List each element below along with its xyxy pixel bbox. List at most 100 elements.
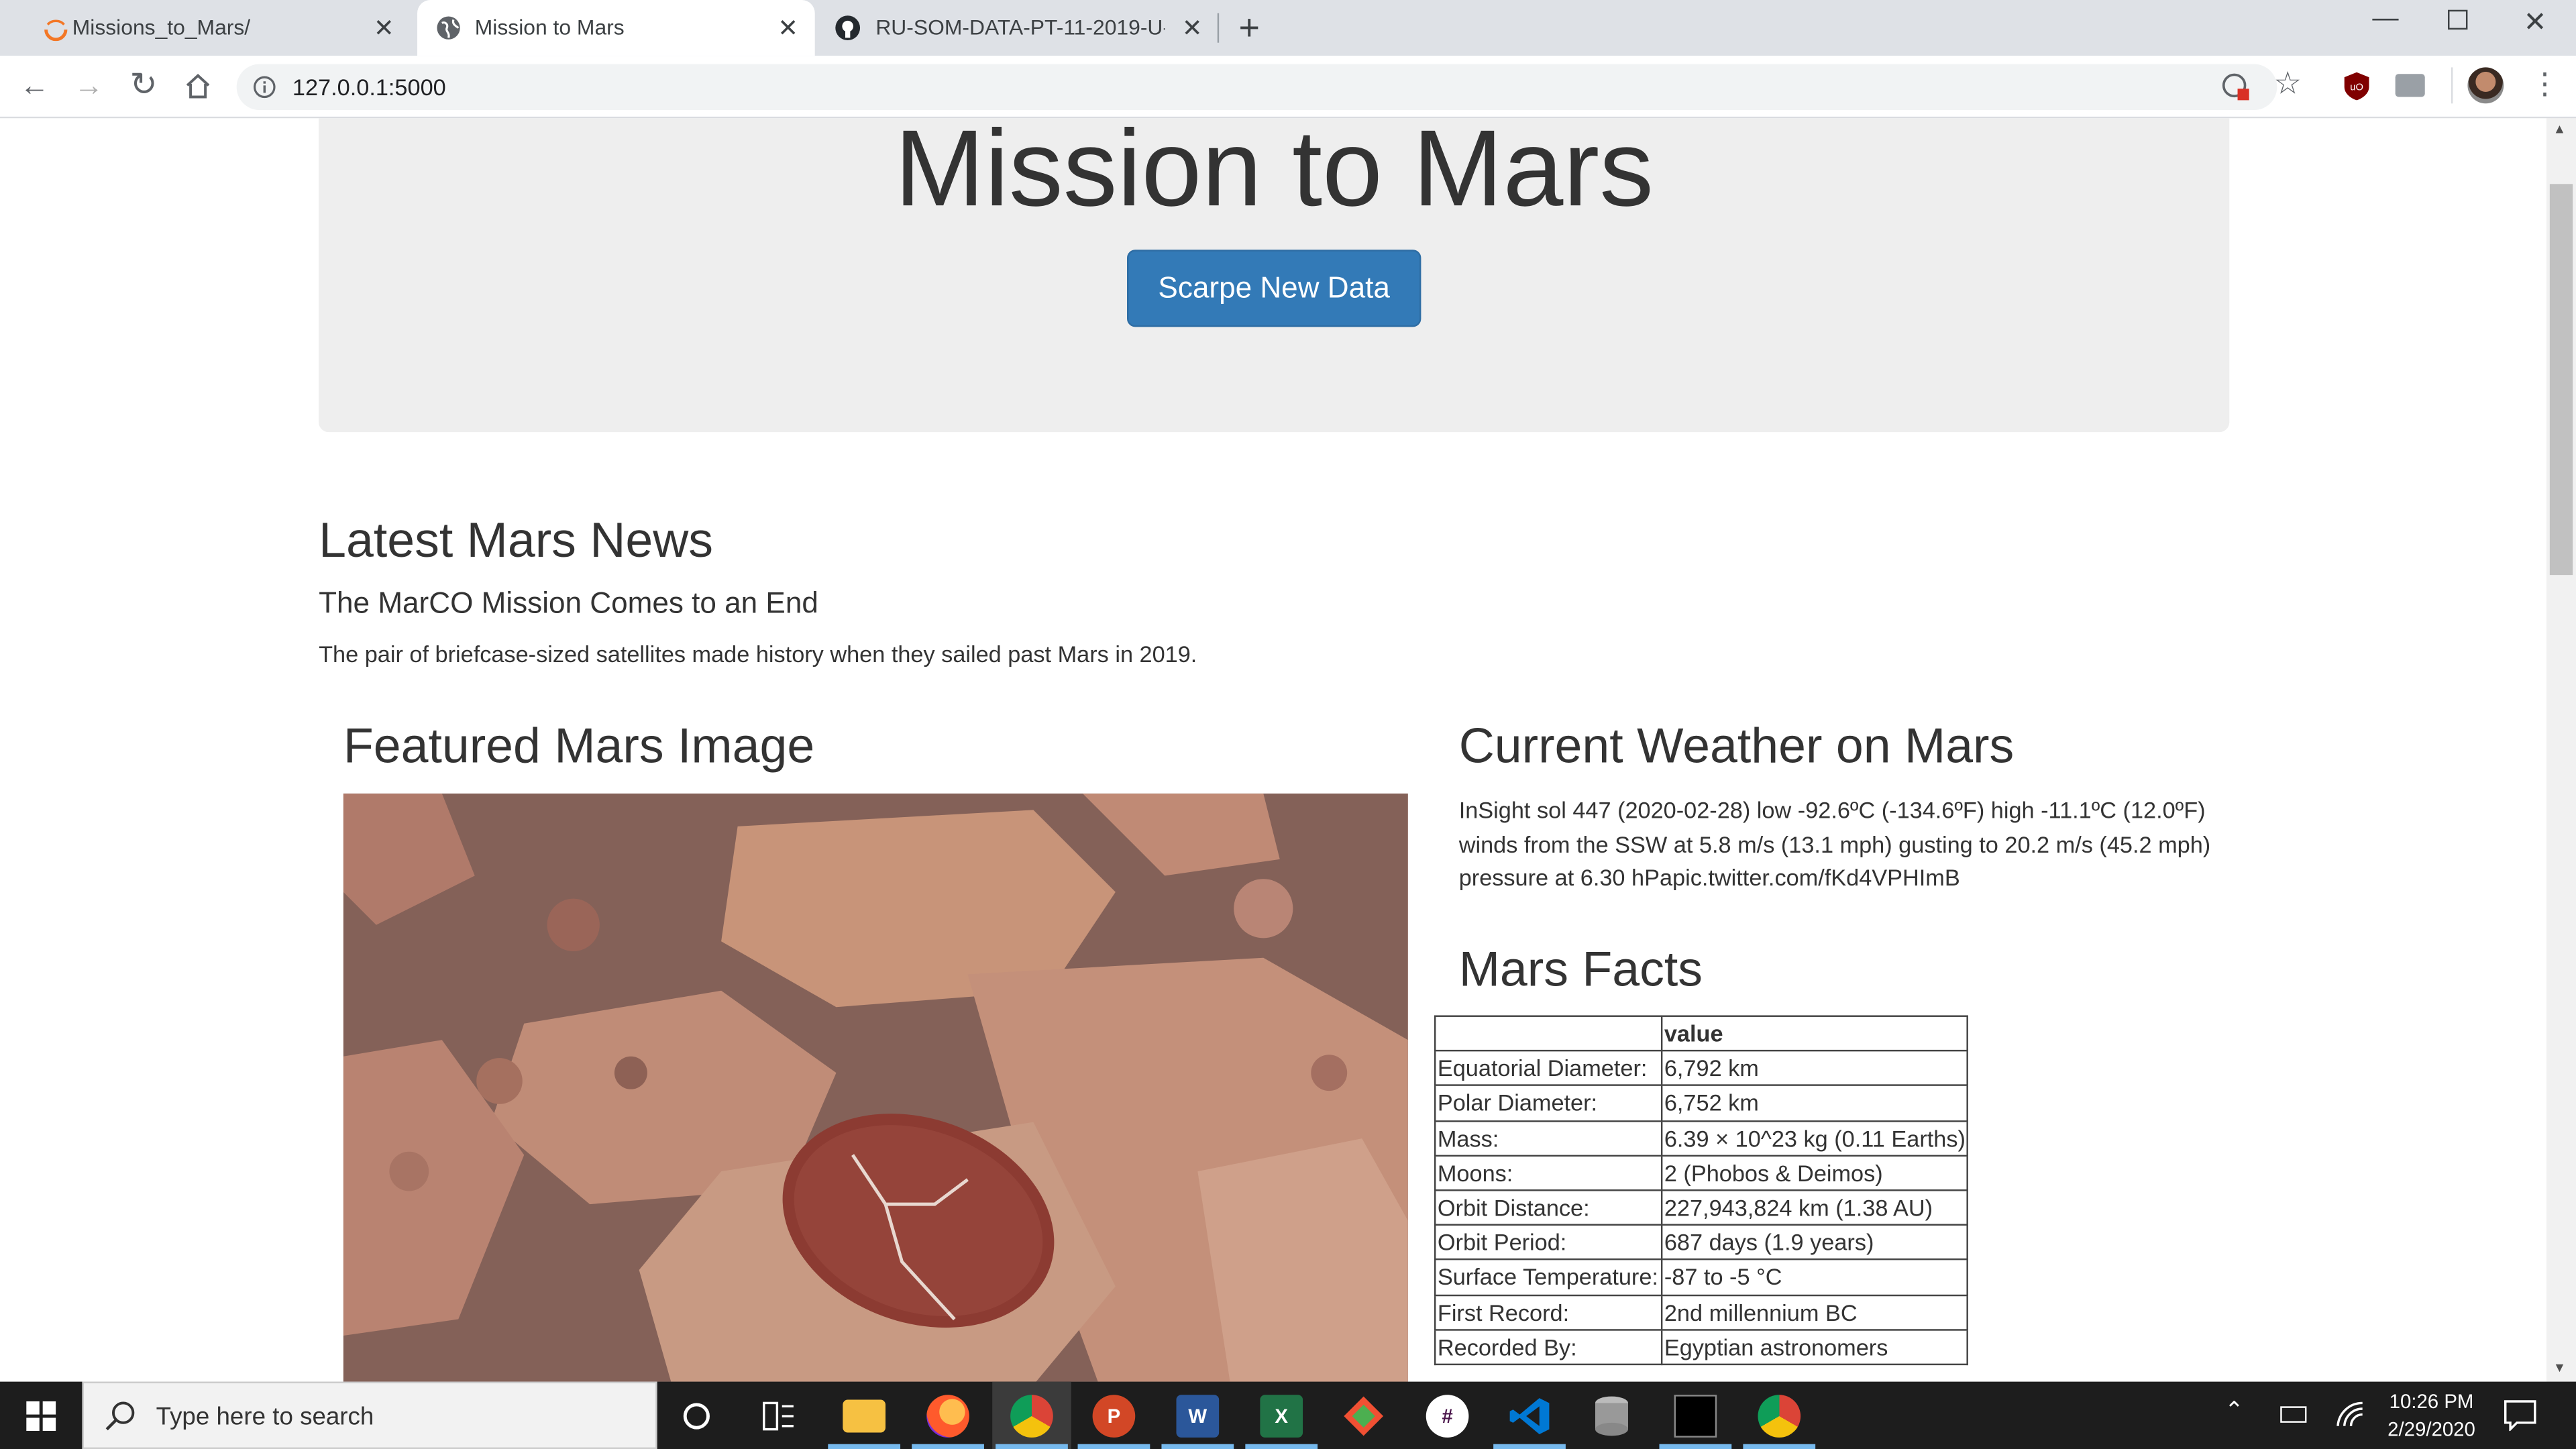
fact-value: -87 to -5 °C	[1660, 1258, 1969, 1296]
windows-taskbar: Type here to search P W X # ⌃ 10:26 PM 2…	[0, 1381, 2576, 1449]
table-row: Recorded By: Egyptian astronomers	[1434, 1328, 1969, 1365]
restore-button[interactable]	[2448, 9, 2468, 30]
battery-icon[interactable]	[2280, 1406, 2307, 1423]
file-explorer-icon[interactable]	[843, 1399, 886, 1433]
bookmark-star-icon[interactable]: ☆	[2273, 68, 2302, 102]
weather-heading: Current Weather on Mars	[1458, 719, 2015, 774]
tab-mission-to-mars[interactable]: Mission to Mars ✕	[417, 0, 815, 56]
chrome-icon[interactable]	[1010, 1395, 1053, 1438]
active-indicator	[1245, 1444, 1318, 1449]
table-header-cell	[1434, 1015, 1663, 1052]
back-icon[interactable]: ←	[19, 69, 49, 102]
tab-title: Missions_to_Mars/	[72, 15, 251, 40]
system-clock[interactable]: 10:26 PM 2/29/2020	[2366, 1388, 2498, 1444]
scroll-down-arrow-icon[interactable]: ▼	[2553, 1360, 2566, 1375]
jumbotron: Mission to Mars Scarpe New Data	[319, 118, 2230, 433]
fact-label: Surface Temperature:	[1434, 1258, 1663, 1296]
powerpoint-icon[interactable]: P	[1092, 1395, 1136, 1438]
task-view-icon[interactable]	[762, 1401, 795, 1431]
tab-title: Mission to Mars	[474, 15, 625, 40]
table-row: Orbit Period: 687 days (1.9 years)	[1434, 1224, 1969, 1261]
address-bar[interactable]: 127.0.0.1:5000	[236, 64, 2277, 111]
close-tab-icon[interactable]: ✕	[1182, 13, 1203, 43]
globe-icon	[437, 16, 460, 40]
taskbar-search-box[interactable]: Type here to search	[82, 1381, 657, 1449]
new-tab-button[interactable]: +	[1239, 7, 1260, 50]
table-row: Equatorial Diameter: 6,792 km	[1434, 1050, 1969, 1087]
profile-avatar[interactable]	[2467, 67, 2504, 104]
news-title: The MarCO Mission Comes to an End	[319, 586, 818, 620]
windows-start-icon[interactable]	[26, 1401, 56, 1432]
search-placeholder: Type here to search	[156, 1403, 374, 1432]
fact-label: First Record:	[1434, 1293, 1663, 1330]
info-icon[interactable]	[253, 76, 276, 99]
home-icon[interactable]	[184, 72, 212, 101]
fact-value: 687 days (1.9 years)	[1660, 1224, 1969, 1261]
more-menu-icon[interactable]: ⋮	[2530, 67, 2559, 100]
active-indicator	[1743, 1444, 1816, 1449]
weather-text: InSight sol 447 (2020-02-28) low -92.6ºC…	[1458, 796, 2211, 891]
chrome-alt-icon[interactable]	[1758, 1395, 1801, 1438]
css-extension-icon[interactable]	[2395, 74, 2425, 97]
featured-image-heading: Featured Mars Image	[343, 719, 815, 774]
wifi-icon[interactable]	[2336, 1401, 2365, 1428]
github-icon	[835, 15, 861, 41]
reload-icon[interactable]: ↻	[129, 69, 157, 102]
tab-strip: Missions_to_Mars/ ✕ Mission to Mars ✕ RU…	[0, 0, 2576, 56]
search-icon	[105, 1401, 135, 1431]
fact-value: 2nd millennium BC	[1660, 1293, 1969, 1330]
notification-center-icon[interactable]	[2504, 1400, 2536, 1432]
translate-blocked-icon[interactable]	[2221, 72, 2251, 102]
fact-value: 6,792 km	[1660, 1050, 1969, 1087]
active-indicator	[1493, 1444, 1566, 1449]
active-indicator	[912, 1444, 984, 1449]
fact-label: Mass:	[1434, 1120, 1663, 1157]
database-icon[interactable]	[1592, 1395, 1631, 1438]
fact-value: 227,943,824 km (1.38 AU)	[1660, 1189, 1969, 1226]
minimize-button[interactable]: —	[2372, 5, 2398, 34]
terminal-icon[interactable]	[1674, 1395, 1717, 1438]
cortana-icon[interactable]	[680, 1400, 713, 1433]
fact-label: Polar Diameter:	[1434, 1085, 1663, 1122]
vscode-icon[interactable]	[1508, 1395, 1551, 1438]
table-row: Orbit Distance: 227,943,824 km (1.38 AU)	[1434, 1189, 1969, 1226]
page-title: Mission to Mars	[894, 118, 1654, 229]
system-tray-chevron-icon[interactable]: ⌃	[2224, 1397, 2244, 1425]
tab-title: RU-SOM-DATA-PT-11-2019-U-C/	[875, 15, 1165, 40]
news-paragraph: The pair of briefcase-sized satellites m…	[319, 641, 1197, 667]
news-heading: Latest Mars News	[319, 514, 714, 569]
excel-icon[interactable]: X	[1260, 1395, 1303, 1438]
tab-missions-to-mars[interactable]: Missions_to_Mars/ ✕	[13, 0, 415, 56]
fact-label: Orbit Period:	[1434, 1224, 1663, 1261]
word-icon[interactable]: W	[1176, 1395, 1220, 1438]
fact-label: Moons:	[1434, 1155, 1663, 1191]
active-indicator	[1161, 1444, 1234, 1449]
close-window-button[interactable]: ✕	[2524, 7, 2547, 40]
active-indicator	[1659, 1444, 1732, 1449]
mars-facts-table: value Equatorial Diameter: 6,792 km Polar…	[1434, 1015, 1969, 1365]
firefox-icon[interactable]	[926, 1395, 969, 1438]
slack-icon[interactable]: #	[1426, 1395, 1469, 1438]
fact-value: 6.39 × 10^23 kg (0.11 Earths)	[1660, 1120, 1969, 1157]
active-indicator	[1077, 1444, 1150, 1449]
svg-text:uO: uO	[2350, 83, 2363, 93]
close-tab-icon[interactable]: ✕	[374, 13, 394, 43]
fact-value: 2 (Phobos & Deimos)	[1660, 1155, 1969, 1191]
page-scrollbar[interactable]: ▲ ▼	[2546, 118, 2576, 1382]
gitkraken-icon[interactable]	[1342, 1395, 1385, 1438]
tab-github-repo[interactable]: RU-SOM-DATA-PT-11-2019-U-C/ ✕	[818, 0, 1216, 56]
forward-icon[interactable]: →	[74, 69, 103, 102]
scroll-up-arrow-icon[interactable]: ▲	[2553, 121, 2566, 136]
ublock-icon[interactable]: uO	[2343, 70, 2371, 102]
fact-label: Equatorial Diameter:	[1434, 1050, 1663, 1087]
scrollbar-thumb[interactable]	[2549, 184, 2573, 576]
table-row: Surface Temperature: -87 to -5 °C	[1434, 1258, 1969, 1296]
facts-heading: Mars Facts	[1458, 943, 1703, 998]
page-viewport: Mission to Mars Scarpe New Data Latest M…	[0, 118, 2546, 1382]
table-header-row: value	[1434, 1015, 1969, 1052]
fact-value: 6,752 km	[1660, 1085, 1969, 1122]
tab-separator	[1217, 13, 1220, 43]
table-row: Moons: 2 (Phobos & Deimos)	[1434, 1155, 1969, 1191]
scrape-button[interactable]: Scarpe New Data	[1127, 250, 1421, 327]
close-tab-icon[interactable]: ✕	[777, 13, 798, 43]
